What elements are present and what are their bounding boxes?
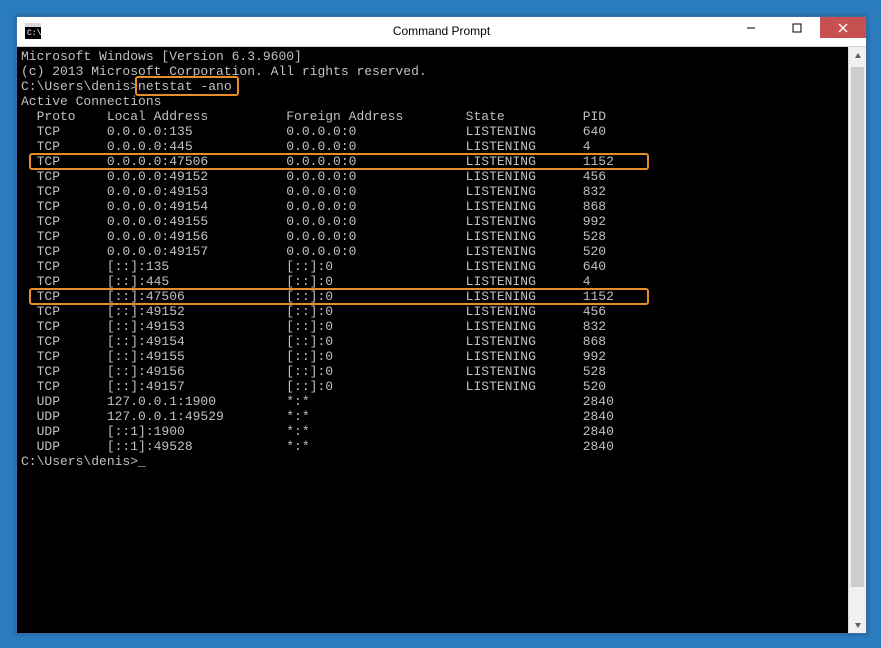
- table-row: TCP [::]:49155 [::]:0 LISTENING 992: [21, 349, 848, 364]
- terminal-output[interactable]: Microsoft Windows [Version 6.3.9600](c) …: [17, 47, 848, 633]
- close-button[interactable]: [820, 17, 866, 38]
- table-row: TCP [::]:135 [::]:0 LISTENING 640: [21, 259, 848, 274]
- banner-line: Microsoft Windows [Version 6.3.9600]: [21, 49, 848, 64]
- typed-command: netstat -ano: [138, 79, 232, 94]
- table-row: TCP [::]:445 [::]:0 LISTENING 4: [21, 274, 848, 289]
- svg-text:C:\: C:\: [27, 29, 41, 38]
- scrollbar[interactable]: [848, 47, 866, 633]
- table-row: TCP 0.0.0.0:49155 0.0.0.0:0 LISTENING 99…: [21, 214, 848, 229]
- command-prompt-window: C:\ Command Prompt Micr: [16, 16, 867, 634]
- table-row: TCP 0.0.0.0:49156 0.0.0.0:0 LISTENING 52…: [21, 229, 848, 244]
- table-row: UDP [::1]:1900 *:* 2840: [21, 424, 848, 439]
- table-row: TCP 0.0.0.0:445 0.0.0.0:0 LISTENING 4: [21, 139, 848, 154]
- prompt-path: C:\Users\denis>: [21, 79, 138, 94]
- table-row: TCP [::]:49152 [::]:0 LISTENING 456: [21, 304, 848, 319]
- table-row: UDP 127.0.0.1:49529 *:* 2840: [21, 409, 848, 424]
- scroll-thumb[interactable]: [851, 67, 864, 587]
- banner-line: (c) 2013 Microsoft Corporation. All righ…: [21, 64, 848, 79]
- table-row: TCP [::]:49154 [::]:0 LISTENING 868: [21, 334, 848, 349]
- minimize-button[interactable]: [728, 17, 774, 38]
- table-row: TCP [::]:49157 [::]:0 LISTENING 520: [21, 379, 848, 394]
- table-row: TCP [::]:49153 [::]:0 LISTENING 832: [21, 319, 848, 334]
- section-header: Active Connections: [21, 94, 848, 109]
- table-row: TCP 0.0.0.0:47506 0.0.0.0:0 LISTENING 11…: [21, 154, 848, 169]
- scroll-down-button[interactable]: [849, 616, 866, 633]
- table-row: UDP 127.0.0.1:1900 *:* 2840: [21, 394, 848, 409]
- table-row: TCP 0.0.0.0:49152 0.0.0.0:0 LISTENING 45…: [21, 169, 848, 184]
- prompt-idle: C:\Users\denis>_: [21, 454, 848, 469]
- scroll-up-button[interactable]: [849, 47, 866, 64]
- table-row: TCP 0.0.0.0:49157 0.0.0.0:0 LISTENING 52…: [21, 244, 848, 259]
- table-row: TCP 0.0.0.0:135 0.0.0.0:0 LISTENING 640: [21, 124, 848, 139]
- table-header: Proto Local Address Foreign Address Stat…: [21, 109, 848, 124]
- cmd-icon: C:\: [25, 23, 41, 39]
- titlebar[interactable]: C:\ Command Prompt: [17, 17, 866, 47]
- table-row: TCP 0.0.0.0:49153 0.0.0.0:0 LISTENING 83…: [21, 184, 848, 199]
- table-row: TCP [::]:47506 [::]:0 LISTENING 1152: [21, 289, 848, 304]
- prompt-line: C:\Users\denis>netstat -ano: [21, 79, 848, 94]
- table-row: TCP [::]:49156 [::]:0 LISTENING 528: [21, 364, 848, 379]
- maximize-button[interactable]: [774, 17, 820, 38]
- table-row: TCP 0.0.0.0:49154 0.0.0.0:0 LISTENING 86…: [21, 199, 848, 214]
- table-row: UDP [::1]:49528 *:* 2840: [21, 439, 848, 454]
